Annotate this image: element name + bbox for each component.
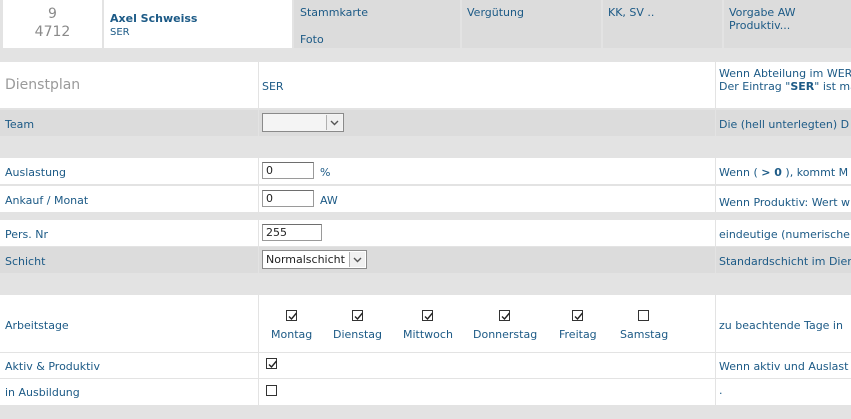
ankauf-input[interactable] xyxy=(262,190,314,207)
employee-name: Axel Schweiss xyxy=(110,12,198,25)
day-checkbox-montag[interactable] xyxy=(286,310,298,321)
row-ankauf: Ankauf / Monat AW Wenn Produktiv: Wert w xyxy=(0,186,851,212)
dienstplan-hint-line2: Der Eintrag "SER" ist ma xyxy=(719,80,851,93)
employee-id-number: 9 xyxy=(48,6,57,22)
day-label-mittwoch: Mittwoch xyxy=(403,328,453,341)
column-divider xyxy=(715,62,716,405)
row-schicht: Schicht Normalschicht Standardschicht im… xyxy=(0,247,851,273)
team-select[interactable] xyxy=(262,113,344,132)
day-label-donnerstag: Donnerstag xyxy=(473,328,538,341)
schicht-select[interactable]: Normalschicht xyxy=(262,250,367,269)
day-label-samstag: Samstag xyxy=(620,328,669,341)
employee-id-cell: 9 4712 xyxy=(3,0,102,48)
ausbildung-hint: . xyxy=(719,384,723,397)
ankauf-label: Ankauf / Monat xyxy=(5,194,89,207)
day-checkbox-samstag[interactable] xyxy=(638,310,649,321)
row-team: Team Die (hell unterlegten) D xyxy=(0,110,851,136)
dienstplan-title: Dienstplan xyxy=(5,77,81,93)
chevron-down-icon xyxy=(349,252,365,267)
employee-dept: SER xyxy=(110,27,130,38)
schicht-hint: Standardschicht im Dien xyxy=(719,255,851,268)
tab-cell-kk-sv: KK, SV .. xyxy=(603,0,722,48)
day-label-freitag: Freitag xyxy=(559,328,597,341)
auslastung-hint-post: ), kommt M xyxy=(781,166,849,179)
auslastung-hint: Wenn ( > 0 ), kommt M xyxy=(719,166,848,179)
auslastung-hint-bold: > 0 xyxy=(761,166,782,179)
dienstplan-hint-pre: Der Eintrag " xyxy=(719,80,791,93)
ausbildung-checkbox[interactable] xyxy=(266,385,277,396)
day-checkbox-donnerstag[interactable] xyxy=(499,310,511,321)
arbeitstage-hint: zu beachtende Tage in xyxy=(719,319,843,332)
aktiv-hint: Wenn aktiv und Auslast xyxy=(719,360,849,373)
day-label-dienstag: Dienstag xyxy=(333,328,383,341)
persnr-hint: eindeutige (numerische xyxy=(719,228,850,241)
aktiv-label: Aktiv & Produktiv xyxy=(5,360,100,373)
arbeitstage-label: Arbeitstage xyxy=(5,319,69,332)
row-aktiv: Aktiv & Produktiv Wenn aktiv und Auslast xyxy=(0,353,851,378)
employee-id-code: 4712 xyxy=(34,24,71,40)
schicht-label: Schicht xyxy=(5,255,46,268)
tab-foto[interactable]: Foto xyxy=(300,33,324,46)
team-hint: Die (hell unterlegten) D xyxy=(719,118,850,131)
column-divider xyxy=(258,62,259,405)
dienstplan-hint-bold: SER xyxy=(790,80,815,93)
ankauf-hint: Wenn Produktiv: Wert w xyxy=(719,196,851,209)
team-label: Team xyxy=(5,118,35,131)
tab-vorgabe-produktiv[interactable]: Produktiv... xyxy=(729,19,790,32)
tab-kk-sv[interactable]: KK, SV .. xyxy=(608,6,654,19)
chevron-down-icon xyxy=(326,115,342,130)
dienstplan-hint-post: " ist ma xyxy=(814,80,851,93)
tab-cell-vorgabe: Vorgabe AW Produktiv... xyxy=(724,0,851,48)
auslastung-hint-pre: Wenn ( xyxy=(719,166,762,179)
schicht-selected: Normalschicht xyxy=(266,253,345,266)
persnr-input[interactable] xyxy=(262,224,322,241)
dienstplan-value: SER xyxy=(262,80,284,93)
dienstplan-hint-line1: Wenn Abteilung im WER xyxy=(719,67,851,80)
row-persnr: Pers. Nr eindeutige (numerische xyxy=(0,220,851,246)
ausbildung-label: in Ausbildung xyxy=(5,386,80,399)
auslastung-label: Auslastung xyxy=(5,166,66,179)
row-dienstplan: Dienstplan SER Wenn Abteilung im WER Der… xyxy=(0,62,851,108)
day-checkbox-freitag[interactable] xyxy=(572,310,584,321)
tab-cell-stammkarte: Stammkarte Foto xyxy=(294,0,460,48)
persnr-label: Pers. Nr xyxy=(5,228,49,241)
tab-stammkarte[interactable]: Stammkarte xyxy=(300,6,368,19)
row-ausbildung: in Ausbildung . xyxy=(0,379,851,405)
day-label-montag: Montag xyxy=(271,328,313,341)
tab-vorgabe-aw[interactable]: Vorgabe AW xyxy=(729,6,796,19)
aktiv-checkbox[interactable] xyxy=(266,358,278,369)
auslastung-unit: % xyxy=(320,166,331,179)
ankauf-unit: AW xyxy=(320,194,338,207)
day-checkbox-mittwoch[interactable] xyxy=(422,310,434,321)
tab-cell-verguetung: Vergütung xyxy=(462,0,601,48)
employee-name-cell: Axel Schweiss SER xyxy=(104,0,292,48)
row-auslastung: Auslastung % Wenn ( > 0 ), kommt M xyxy=(0,158,851,184)
tab-verguetung[interactable]: Vergütung xyxy=(467,6,524,19)
day-checkbox-dienstag[interactable] xyxy=(352,310,364,321)
auslastung-input[interactable] xyxy=(262,162,314,179)
